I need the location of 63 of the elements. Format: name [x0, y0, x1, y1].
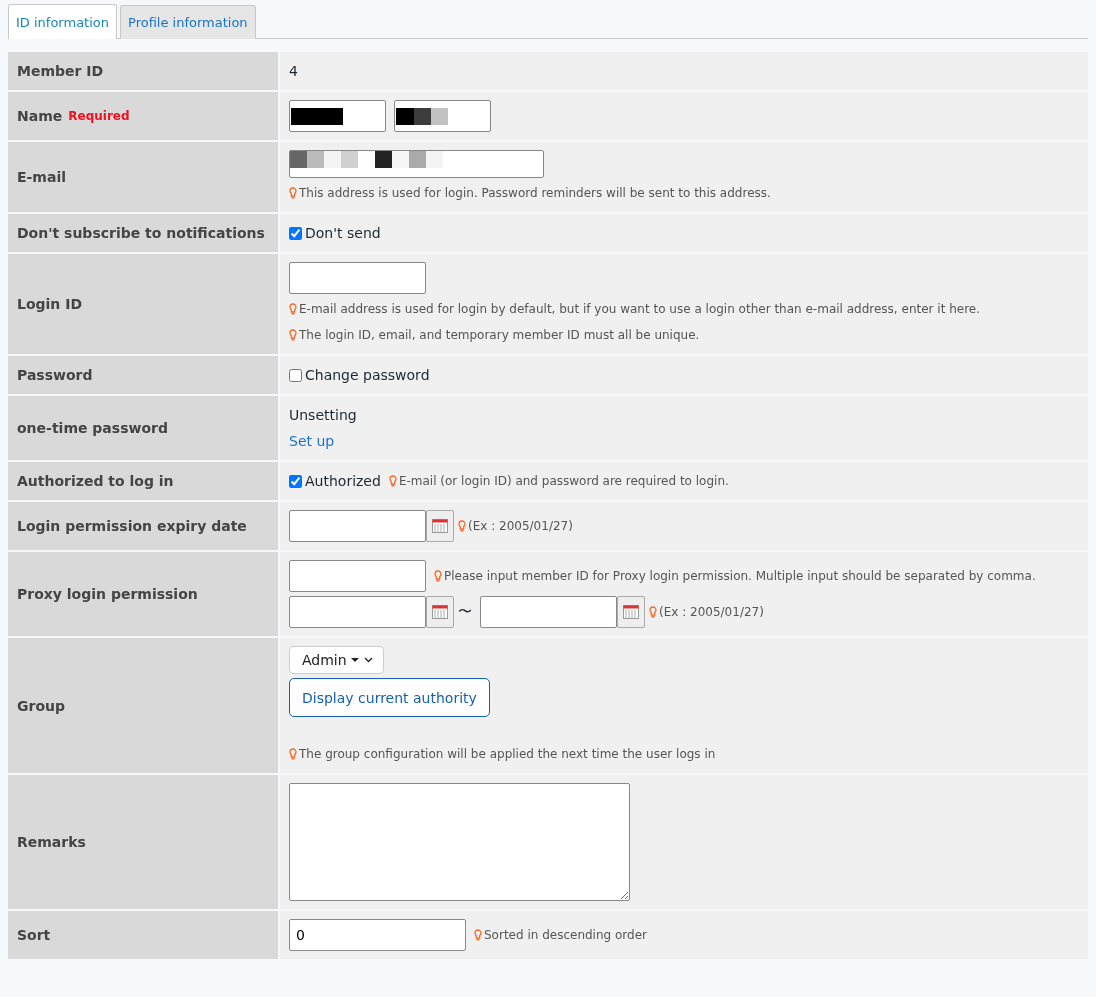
text-field[interactable]: [289, 262, 426, 294]
hint-text: E-mail address is used for login by default, but if you want to use a login other than e-mail address, enter it here.: [299, 302, 981, 316]
value-text: 4: [289, 63, 298, 79]
hint-text: This address is used for login. Password reminders will be sent to this address.: [299, 186, 771, 200]
lightbulb-icon: [458, 520, 466, 532]
field-label: Sort: [17, 927, 51, 943]
hint-text: The login ID, email, and temporary member ID must all be unique.: [299, 328, 700, 342]
field-label: Remarks: [17, 834, 86, 850]
hint-text: (Ex : 2005/01/27): [468, 519, 573, 533]
redacted-field[interactable]: [394, 100, 491, 132]
checkbox-label: Authorized: [305, 473, 381, 489]
required-label: Required: [68, 109, 130, 123]
field-label: E-mail: [17, 169, 66, 185]
lightbulb-icon: [289, 329, 297, 341]
calendar-button[interactable]: [617, 596, 645, 628]
field-label: Login ID: [17, 296, 83, 312]
remarks-textarea[interactable]: [289, 783, 630, 901]
lightbulb-icon: [434, 570, 442, 582]
lightbulb-icon: [388, 475, 397, 487]
redacted-field[interactable]: [289, 100, 386, 132]
calendar-icon: [623, 605, 639, 619]
value-text: 〜: [458, 603, 472, 621]
field-label: Password: [17, 367, 93, 383]
text-field[interactable]: [289, 560, 426, 592]
tab[interactable]: Profile information: [120, 5, 256, 39]
display-authority-button[interactable]: Display current authority: [289, 678, 490, 717]
lightbulb-icon: [289, 748, 297, 760]
date-field[interactable]: [289, 596, 426, 628]
field-label: Group: [17, 697, 65, 714]
field-label: Proxy login permission: [17, 586, 198, 602]
field-label: Authorized to log in: [17, 473, 174, 489]
calendar-icon: [432, 519, 448, 533]
field-label: one-time password: [17, 420, 168, 436]
hint-text: Please input member ID for Proxy login permission. Multiple input should be separated by comma.: [444, 569, 1036, 583]
calendar-icon: [432, 605, 448, 619]
checkbox[interactable]: [289, 226, 302, 240]
field-label: Name: [17, 108, 63, 124]
hint-text: The group configuration will be applied the next time the user logs in: [299, 747, 716, 761]
caret-icon: [350, 656, 373, 664]
lightbulb-icon: [474, 929, 482, 941]
lightbulb-icon: [649, 606, 657, 618]
date-field[interactable]: [480, 596, 617, 628]
calendar-button[interactable]: [426, 510, 454, 542]
lightbulb-icon: [289, 187, 297, 199]
checkbox-label: Don't send: [305, 225, 381, 241]
date-field[interactable]: [289, 510, 426, 542]
text-field[interactable]: 0: [289, 919, 466, 951]
checkbox[interactable]: [289, 368, 302, 382]
redacted-field[interactable]: [289, 150, 544, 178]
tab[interactable]: ID information: [8, 4, 117, 39]
setup-link[interactable]: Set up: [289, 433, 335, 449]
field-label: Don't subscribe to notifications: [17, 225, 265, 241]
checkbox[interactable]: [289, 474, 302, 488]
group-dropdown[interactable]: Admin: [289, 646, 384, 674]
field-label: Member ID: [17, 63, 104, 79]
calendar-button[interactable]: [426, 596, 454, 628]
hint-text: Sorted in descending order: [484, 928, 647, 942]
hint-text: E-mail (or login ID) and password are required to login.: [398, 474, 729, 488]
field-label: Login permission expiry date: [17, 518, 247, 534]
lightbulb-icon: [289, 303, 297, 315]
checkbox-label: Change password: [305, 367, 430, 383]
hint-text: (Ex : 2005/01/27): [659, 605, 764, 619]
value-text: Unsetting: [289, 407, 357, 423]
